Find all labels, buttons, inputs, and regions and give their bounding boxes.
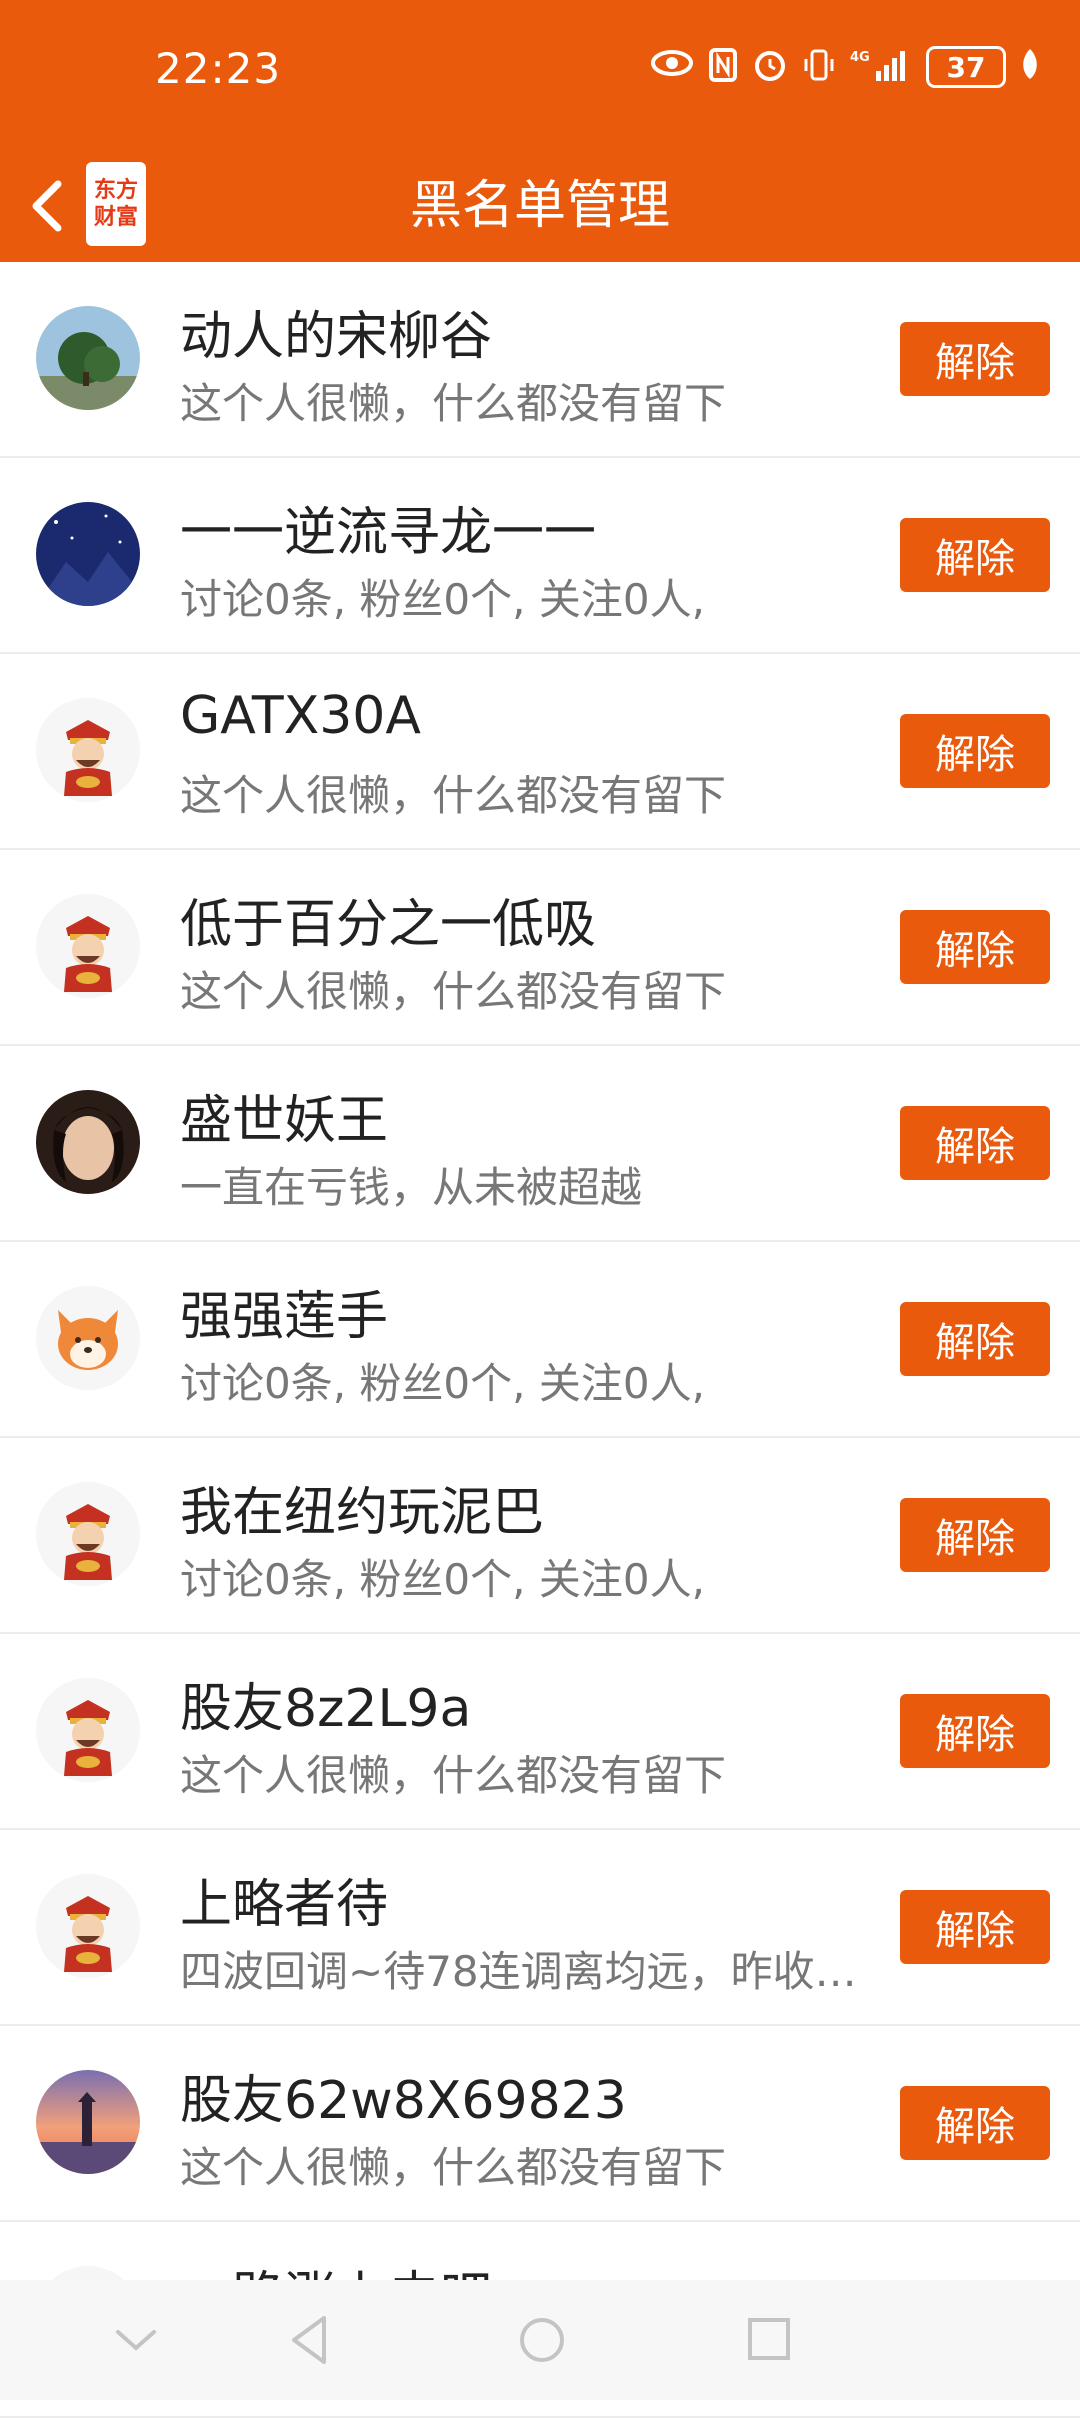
blacklist-row: 盛世妖王一直在亏钱，从未被超越 解除 bbox=[0, 1046, 1080, 1242]
app-header: 22:23 4G 37 黑名单管理 东方 财富 bbox=[0, 0, 1080, 262]
leaf-icon bbox=[1020, 47, 1040, 87]
avatar[interactable] bbox=[36, 894, 140, 998]
remove-button[interactable]: 解除 bbox=[900, 322, 1050, 396]
remove-button[interactable]: 解除 bbox=[900, 714, 1050, 788]
user-name: GATX30A bbox=[180, 686, 421, 746]
remove-button[interactable]: 解除 bbox=[900, 2086, 1050, 2160]
back-button[interactable] bbox=[18, 166, 78, 246]
user-name: 我在纽约玩泥巴 bbox=[180, 1483, 545, 1543]
home-circle-icon[interactable] bbox=[514, 2310, 570, 2370]
chevron-left-icon bbox=[32, 180, 62, 232]
remove-button[interactable]: 解除 bbox=[900, 1890, 1050, 1964]
blacklist-row: 低于百分之一低吸这个人很懒，什么都没有留下 解除 bbox=[0, 850, 1080, 1046]
back-triangle-icon[interactable] bbox=[284, 2310, 334, 2370]
blacklist-row: 股友8z2L9a 这个人很懒，什么都没有留下 解除 bbox=[0, 1634, 1080, 1830]
blacklist-row: 一一逆流寻龙一一讨论0条, 粉丝0个, 关注0人, 解除 bbox=[0, 458, 1080, 654]
app-logo: 东方 财富 bbox=[86, 162, 146, 246]
blacklist: 动人的宋柳谷 这个人很懒，什么都没有留下 解除 一一逆流寻龙一一 讨论0条, 粉丝0个,… bbox=[0, 262, 1080, 2418]
avatar[interactable] bbox=[36, 306, 140, 410]
blacklist-row: GATX30A 这个人很懒，什么都没有留下 解除 bbox=[0, 654, 1080, 850]
signal-icon: 4G bbox=[850, 47, 912, 87]
svg-text:4G: 4G bbox=[850, 50, 870, 65]
nav-bar: 黑名单管理 东方 财富 bbox=[0, 160, 1080, 260]
status-icons: 4G 37 bbox=[650, 46, 1040, 88]
battery-indicator: 37 bbox=[926, 46, 1006, 88]
page-title: 黑名单管理 bbox=[409, 176, 670, 236]
user-description: 讨论0条, 粉丝0个, 关注0人, bbox=[180, 575, 705, 624]
user-name: 强强莲手 bbox=[180, 1287, 389, 1347]
remove-button[interactable]: 解除 bbox=[900, 518, 1050, 592]
blacklist-row: 股友62w8X69823 这个人很懒，什么都没有留下 解除 bbox=[0, 2026, 1080, 2222]
blacklist-row: 上略者待四波回调~待78连调离均远，昨收… 解除 bbox=[0, 1830, 1080, 2026]
remove-button[interactable]: 解除 bbox=[900, 1498, 1050, 1572]
avatar[interactable] bbox=[36, 698, 140, 802]
alarm-icon bbox=[752, 47, 788, 87]
user-description: 这个人很懒，什么都没有留下 bbox=[180, 2143, 727, 2192]
avatar[interactable] bbox=[36, 1874, 140, 1978]
remove-button[interactable]: 解除 bbox=[900, 1106, 1050, 1180]
user-description: 这个人很懒，什么都没有留下 bbox=[180, 771, 727, 820]
user-description: 这个人很懒，什么都没有留下 bbox=[180, 967, 727, 1016]
user-name: 动人的宋柳谷 bbox=[180, 307, 493, 367]
user-description: 讨论0条, 粉丝0个, 关注0人, bbox=[180, 1555, 705, 1604]
remove-button[interactable]: 解除 bbox=[900, 1694, 1050, 1768]
remove-button[interactable]: 解除 bbox=[900, 910, 1050, 984]
avatar[interactable] bbox=[36, 1678, 140, 1782]
avatar[interactable] bbox=[36, 1482, 140, 1586]
blacklist-row: 我在纽约玩泥巴讨论0条, 粉丝0个, 关注0人, 解除 bbox=[0, 1438, 1080, 1634]
blacklist-row: 动人的宋柳谷这个人很懒，什么都没有留下 解除 bbox=[0, 262, 1080, 458]
user-name: 一一逆流寻龙一一 bbox=[180, 503, 597, 563]
avatar[interactable] bbox=[36, 1090, 140, 1194]
remove-button[interactable]: 解除 bbox=[900, 1302, 1050, 1376]
user-description: 讨论0条, 粉丝0个, 关注0人, bbox=[180, 1359, 705, 1408]
status-time: 22:23 bbox=[155, 44, 282, 93]
user-description: 一直在亏钱，从未被超越 bbox=[180, 1163, 643, 1212]
recents-square-icon[interactable] bbox=[744, 2310, 794, 2370]
chevron-down-icon[interactable] bbox=[112, 2310, 160, 2370]
nfc-icon bbox=[708, 47, 738, 87]
user-name: 上略者待 bbox=[180, 1875, 389, 1935]
user-name: 股友8z2L9a bbox=[180, 1679, 472, 1739]
user-description: 四波回调~待78连调离均远，昨收… bbox=[180, 1947, 857, 1996]
eye-icon bbox=[650, 47, 694, 87]
user-description: 这个人很懒，什么都没有留下 bbox=[180, 379, 727, 428]
user-name: 盛世妖王 bbox=[180, 1091, 389, 1151]
user-name: 低于百分之一低吸 bbox=[180, 895, 597, 955]
avatar[interactable] bbox=[36, 502, 140, 606]
user-description: 这个人很懒，什么都没有留下 bbox=[180, 1751, 727, 1800]
system-nav-bar bbox=[0, 2280, 1080, 2400]
user-name: 股友62w8X69823 bbox=[180, 2071, 627, 2131]
blacklist-row: 强强莲手讨论0条, 粉丝0个, 关注0人, 解除 bbox=[0, 1242, 1080, 1438]
vibrate-icon bbox=[802, 47, 836, 87]
avatar[interactable] bbox=[36, 2070, 140, 2174]
avatar[interactable] bbox=[36, 1286, 140, 1390]
